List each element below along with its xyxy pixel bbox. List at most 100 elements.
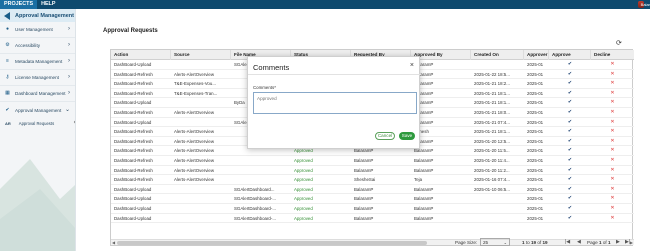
collapse-sidebar-icon[interactable]: ‹ <box>74 119 75 126</box>
cell-approved-by: Sanesh <box>414 129 429 135</box>
decline-icon[interactable]: ✕ <box>591 118 634 128</box>
decline-icon[interactable]: ✕ <box>591 60 634 70</box>
sidebar-item-dashboard-management[interactable]: ▦ Dashboard Management › <box>0 86 75 102</box>
approve-icon[interactable]: ✔ <box>549 79 591 89</box>
cell-file-name <box>231 175 291 185</box>
approve-icon[interactable]: ✔ <box>549 108 591 118</box>
first-page-icon[interactable]: |◀ <box>565 239 570 245</box>
cell-approver: 2025-01 <box>527 90 544 96</box>
cell-requested-by: ShesheSai <box>354 177 376 183</box>
decline-icon[interactable]: ✕ <box>591 79 634 89</box>
approve-icon[interactable]: ✔ <box>549 70 591 80</box>
prev-page-icon[interactable]: ◀ <box>577 239 581 245</box>
approve-icon[interactable]: ✔ <box>549 89 591 99</box>
decline-icon[interactable]: ✕ <box>591 89 634 99</box>
cell-approver: 2025-01 <box>527 138 544 144</box>
approve-icon[interactable]: ✔ <box>549 214 591 224</box>
save-button[interactable]: Save <box>399 132 415 140</box>
sidebar-item-license-management[interactable]: ⚷ License Management › <box>0 70 75 86</box>
subitem-label: Approval Requests <box>18 120 55 126</box>
cell-approver: 2025-01 <box>527 177 544 183</box>
column-header-source[interactable]: Source <box>171 50 231 60</box>
decline-icon[interactable]: ✕ <box>591 194 634 204</box>
column-header-created-on[interactable]: Created On <box>471 50 524 60</box>
collapse-arrow-icon[interactable] <box>4 11 10 20</box>
approve-icon[interactable]: ✔ <box>549 194 591 204</box>
decline-icon[interactable]: ✕ <box>591 98 634 108</box>
column-header-decline[interactable]: Decline <box>591 50 634 60</box>
next-page-icon[interactable]: ▶ <box>616 239 620 245</box>
cell-created-on: 2025-01-22 18:5... <box>474 71 510 77</box>
cell-approver: 2025-01 <box>527 158 544 163</box>
cell-created-on <box>471 214 524 224</box>
approve-icon[interactable]: ✔ <box>549 127 591 137</box>
cell-approver: 2025-01 <box>527 167 544 173</box>
decline-icon[interactable]: ✕ <box>591 127 634 137</box>
cell-source: Alerts-AlertOverview <box>174 158 215 163</box>
approve-icon[interactable]: ✔ <box>549 204 591 214</box>
decline-icon[interactable]: ✕ <box>591 185 634 195</box>
cell-action: DashBoard-Upload <box>114 206 152 211</box>
column-header-approver[interactable]: Approver <box>524 50 549 60</box>
comments-textarea[interactable] <box>253 92 417 114</box>
sidebar-item-user-management[interactable]: ● User Management › <box>0 22 75 38</box>
chevron-right-icon: › <box>68 26 70 32</box>
top-nav: PROJECTS HELP <box>0 0 59 9</box>
approve-icon[interactable]: ✔ <box>549 185 591 195</box>
decline-icon[interactable]: ✕ <box>591 146 634 156</box>
decline-icon[interactable]: ✕ <box>591 156 634 166</box>
user-menu[interactable]: Balar <box>636 0 650 9</box>
page-size-select[interactable]: 25 ⌄ <box>480 238 510 246</box>
cell-created-on: 2025-01-21 18:2... <box>474 81 510 87</box>
comments-modal: Comments × Comments* Cancel Save <box>247 56 421 149</box>
decline-icon[interactable]: ✕ <box>591 70 634 80</box>
approve-icon[interactable]: ✔ <box>549 98 591 108</box>
cell-source: Alerts-AlertOverview <box>174 177 215 183</box>
approve-icon[interactable]: ✔ <box>549 118 591 128</box>
sidebar-item-approval-management[interactable]: ✔ Approval Management ⌄ <box>0 102 75 118</box>
approve-icon[interactable]: ✔ <box>549 146 591 156</box>
approve-icon[interactable]: ✔ <box>549 156 591 166</box>
decline-icon[interactable]: ✕ <box>591 175 634 185</box>
nav-projects[interactable]: PROJECTS <box>0 0 38 9</box>
settings-icon: ⚙ <box>5 42 10 48</box>
cell-source: Alerts-AlertOverview <box>174 167 215 173</box>
sidebar-subitem-approval-requests[interactable]: AR Approval Requests <box>0 118 75 128</box>
table-row: DashBoard-Upload SGAlertDashboard... Appro… <box>111 185 634 195</box>
chevron-right-icon: › <box>68 58 70 64</box>
cell-created-on: 2025-01-21 18:1... <box>474 100 510 106</box>
row-range: 1 to 19 of 19 <box>522 240 548 245</box>
cell-action: DashBoard-Refresh <box>114 158 153 163</box>
sidebar-item-metadata-management[interactable]: ≡ Metadata Management › <box>0 54 75 70</box>
sidebar-item-label: Metadata Management <box>15 59 63 64</box>
cell-source: Alerts-AlertOverview <box>174 138 215 144</box>
cell-requested-by: BalaramP <box>354 167 374 173</box>
column-header-approve[interactable]: Approve <box>549 50 591 60</box>
column-header-approved-by[interactable]: Approved By <box>411 50 471 60</box>
refresh-icon[interactable]: ⟳ <box>616 39 622 47</box>
table-row: DashBoard-Refresh Alerts-AlertOverview App… <box>111 156 634 166</box>
pagination: Page Size: 25 ⌄ 1 to 19 of 19 |◀ ◀ Page … <box>110 236 633 248</box>
approve-icon[interactable]: ✔ <box>549 175 591 185</box>
decline-icon[interactable]: ✕ <box>591 137 634 147</box>
decline-icon[interactable]: ✕ <box>591 108 634 118</box>
cell-approved-by: BalaramP <box>414 119 434 125</box>
approve-icon[interactable]: ✔ <box>549 137 591 147</box>
approve-icon[interactable]: ✔ <box>549 166 591 176</box>
close-icon[interactable]: × <box>410 62 414 69</box>
cancel-button[interactable]: Cancel <box>375 132 395 140</box>
decline-icon[interactable]: ✕ <box>591 214 634 224</box>
sidebar-header[interactable]: Approval Management <box>0 9 75 22</box>
approve-icon[interactable]: ✔ <box>549 60 591 70</box>
column-header-action[interactable]: Action <box>111 50 171 60</box>
cell-source: Alerts-AlertOverview <box>174 110 215 115</box>
cell-action: DashBoard-Upload <box>114 62 152 67</box>
cell-status: Approved <box>294 186 313 192</box>
decline-icon[interactable]: ✕ <box>591 166 634 176</box>
cell-created-on: 2025-01-20 11:4... <box>474 158 510 163</box>
nav-help[interactable]: HELP <box>37 0 59 9</box>
decline-icon[interactable]: ✕ <box>591 204 634 214</box>
last-page-icon[interactable]: ▶| <box>625 239 630 245</box>
sidebar-item-accessibility[interactable]: ⚙ Accessibility › <box>0 38 75 54</box>
range-to: to <box>525 240 530 245</box>
